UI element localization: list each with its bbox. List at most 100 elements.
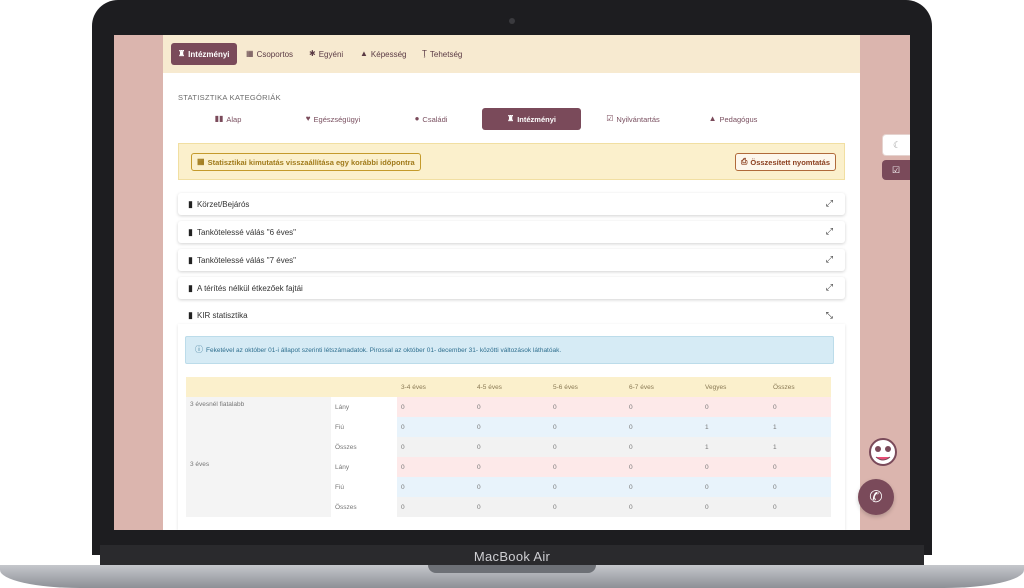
cell: 1 xyxy=(773,443,777,451)
expand-icon[interactable]: ⤢ xyxy=(826,226,833,237)
cat-pedagogus[interactable]: ▲ Pedagógus xyxy=(693,108,773,130)
accordion-label: A térítés nélkül étkezőek fajtái xyxy=(196,283,303,293)
cell: 1 xyxy=(705,423,709,431)
main-panel: ♜ Intézményi ▦ Csoportos ✱ Egyéni ▲ Képe… xyxy=(163,35,860,530)
restore-button[interactable]: ▦ Statisztikai kimutatás visszaállítása … xyxy=(191,153,421,171)
cell: 0 xyxy=(629,503,633,511)
accordion-etkezok[interactable]: ▮ A térítés nélkül étkezőek fajtái ⤢ xyxy=(178,277,845,299)
bookmark-icon: ▮ xyxy=(188,282,193,293)
institution-icon: ♜ xyxy=(178,49,186,58)
info-icon: ⓘ xyxy=(195,345,203,354)
expand-icon[interactable]: ⤢ xyxy=(826,254,833,265)
restore-label: Statisztikai kimutatás visszaállítása eg… xyxy=(207,157,415,167)
top-nav: ♜ Intézményi ▦ Csoportos ✱ Egyéni ▲ Képe… xyxy=(163,35,860,73)
kir-table: 3-4 éves 4-5 éves 5-6 éves 6-7 éves Vegy… xyxy=(186,377,831,517)
table-row: 3 évesnél fiatalabb Lány 0 0 0 0 0 0 xyxy=(186,397,831,457)
tab-kepesseg[interactable]: ▲ Képesség xyxy=(360,43,407,65)
print-button[interactable]: ⎙ Összesített nyomtatás xyxy=(734,153,836,171)
tab-intezmenyi[interactable]: ♜ Intézményi xyxy=(171,43,237,65)
heart-icon: ♥ xyxy=(305,114,311,123)
cell: 0 xyxy=(477,443,481,451)
tab-csoportos[interactable]: ▦ Csoportos xyxy=(246,43,293,65)
cell: 0 xyxy=(705,403,709,411)
messenger-icon: ✆ xyxy=(869,489,883,506)
cell: 0 xyxy=(629,443,633,451)
moon-icon: ☾ xyxy=(892,139,902,150)
tab-label: Képesség xyxy=(370,49,407,59)
gear-icon: ✱ xyxy=(309,49,316,58)
accordion-korzet[interactable]: ▮ Körzet/Bejárós ⤢ xyxy=(178,193,845,215)
tab-egyeni[interactable]: ✱ Egyéni xyxy=(309,43,343,65)
dark-mode-button[interactable]: ☾ xyxy=(882,134,910,156)
header-blank xyxy=(331,377,397,397)
group-label: 3 évesnél fiatalabb xyxy=(186,397,331,457)
cell: 0 xyxy=(477,423,481,431)
row-label: Lány xyxy=(331,397,397,417)
accordion-label: Tankötelessé válás "7 éves" xyxy=(196,255,297,265)
accordion-6-eves[interactable]: ▮ Tankötelessé válás "6 éves" ⤢ xyxy=(178,221,845,243)
tab-label: Csoportos xyxy=(256,49,294,59)
table-icon: ▦ xyxy=(197,157,205,166)
column-header: 3-4 éves xyxy=(397,377,473,397)
table-row: 3 éves Lány 0 0 0 0 0 0 xyxy=(186,457,831,517)
cell: 0 xyxy=(401,443,405,451)
row-label: Összes xyxy=(331,497,397,517)
base-notch xyxy=(428,565,596,573)
row-label: Fiú xyxy=(331,477,397,497)
mascot-icon[interactable] xyxy=(866,435,900,467)
trophy-icon: Ţ xyxy=(422,49,427,58)
collapse-icon[interactable]: ⤡ xyxy=(826,310,833,321)
cell: 0 xyxy=(773,403,777,411)
accordion-label: Tankötelessé válás "6 éves" xyxy=(196,227,297,237)
cat-csaladi[interactable]: ● Családi xyxy=(391,108,471,130)
institution-icon: ♜ xyxy=(507,114,515,123)
cell: 0 xyxy=(705,483,709,491)
column-header: 4-5 éves xyxy=(473,377,549,397)
cell: 0 xyxy=(629,423,633,431)
cell: 0 xyxy=(773,483,777,491)
cat-egeszsegugyi[interactable]: ♥ Egészségügyi xyxy=(288,108,378,130)
cell: 0 xyxy=(477,483,481,491)
laptop-base: MacBook Air xyxy=(0,545,1024,588)
header-blank xyxy=(186,377,331,397)
info-alert: ⓘ Feketével az október 01-i állapot szer… xyxy=(185,336,834,364)
expand-icon[interactable]: ⤢ xyxy=(826,198,833,209)
cat-alap[interactable]: ▮▮ Alap xyxy=(188,108,268,130)
cat-label: Családi xyxy=(422,114,448,124)
cell: 0 xyxy=(705,503,709,511)
messenger-button[interactable]: ✆ xyxy=(858,479,894,515)
check-square-icon: ☑ xyxy=(891,164,901,175)
column-header: 6-7 éves xyxy=(625,377,701,397)
camera xyxy=(509,18,515,24)
user-icon: ● xyxy=(414,114,420,123)
tab-label: Egyéni xyxy=(318,49,344,59)
cell: 0 xyxy=(553,483,557,491)
grid-icon: ▦ xyxy=(246,49,254,58)
accordion-label: Körzet/Bejárós xyxy=(196,199,250,209)
cat-nyilvantartas[interactable]: ☑ Nyilvántartás xyxy=(593,108,673,130)
kir-panel: ⓘ Feketével az október 01-i állapot szer… xyxy=(178,324,845,530)
accordion-7-eves[interactable]: ▮ Tankötelessé válás "7 éves" ⤢ xyxy=(178,249,845,271)
todo-button[interactable]: ☑ xyxy=(882,160,910,180)
cat-intezmenyi[interactable]: ♜ Intézményi xyxy=(482,108,581,130)
cell: 0 xyxy=(629,403,633,411)
cell: 1 xyxy=(773,423,777,431)
cat-label: Egészségügyi xyxy=(313,114,361,124)
row-label: Lány xyxy=(331,457,397,477)
device-brand: MacBook Air xyxy=(473,549,551,564)
tab-tehetseg[interactable]: Ţ Tehetség xyxy=(422,43,462,65)
cell: 0 xyxy=(773,503,777,511)
screen: ♜ Intézményi ▦ Csoportos ✱ Egyéni ▲ Képe… xyxy=(114,35,910,530)
cell: 0 xyxy=(705,463,709,471)
group-label: 3 éves xyxy=(186,457,331,517)
cell: 0 xyxy=(629,463,633,471)
expand-icon[interactable]: ⤢ xyxy=(826,282,833,293)
cell: 0 xyxy=(401,503,405,511)
cell: 0 xyxy=(401,423,405,431)
cell: 0 xyxy=(553,503,557,511)
column-header: Összes xyxy=(769,377,831,397)
cat-label: Pedagógus xyxy=(719,114,758,124)
cat-label: Nyilvántartás xyxy=(616,114,660,124)
cell: 0 xyxy=(553,403,557,411)
cell: 0 xyxy=(477,403,481,411)
